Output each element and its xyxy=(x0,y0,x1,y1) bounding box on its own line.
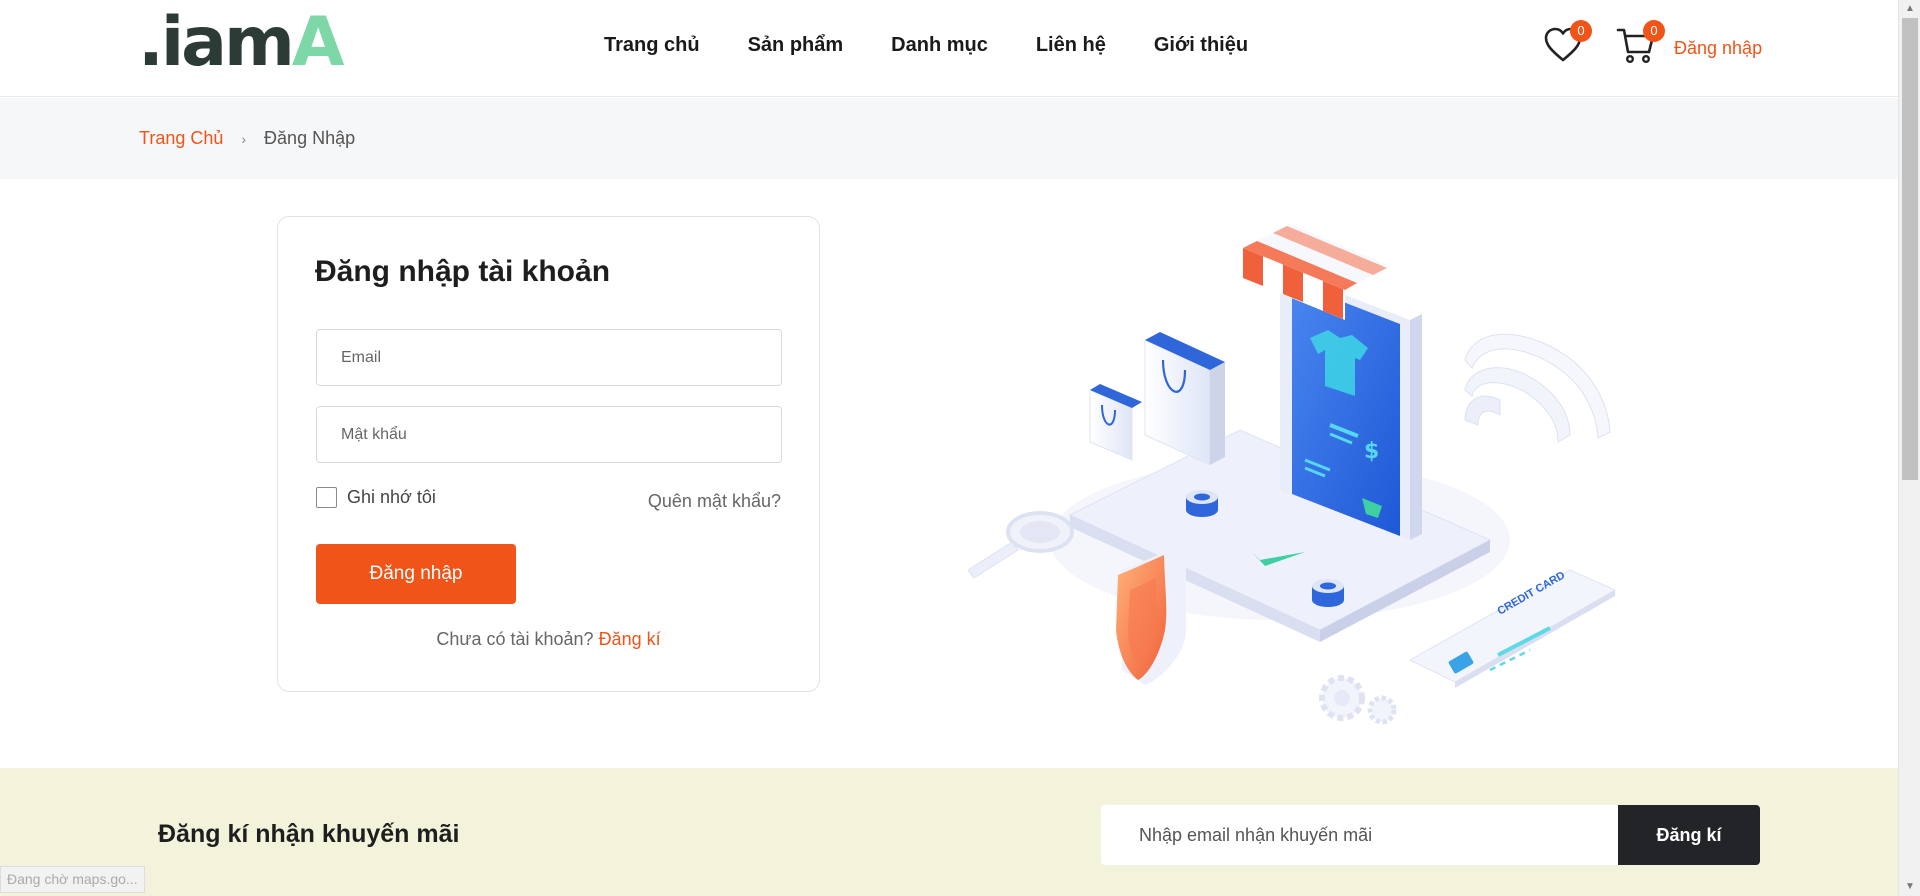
main-nav: Trang chủ Sản phẩm Danh mục Liên hệ Giới… xyxy=(604,34,1248,57)
breadcrumb-bar: Trang Chủ › Đăng Nhập xyxy=(0,98,1898,179)
newsletter-title: Đăng kí nhận khuyến mãi xyxy=(158,820,460,848)
magnifier-illustration xyxy=(967,511,1074,579)
no-account-text: Chưa có tài khoản? xyxy=(436,629,594,649)
shield-illustration xyxy=(1116,550,1186,685)
coin-stack-right xyxy=(1312,579,1344,607)
vertical-scrollbar[interactable]: ▲ ▼ xyxy=(1898,0,1920,896)
newsletter-section: Đăng kí nhận khuyến mãi Đăng kí xyxy=(0,768,1898,896)
forgot-password-link[interactable]: Quên mật khẩu? xyxy=(648,491,781,512)
online-shop-illustration: $ CREDIT CARD xyxy=(967,224,1617,725)
email-input[interactable] xyxy=(316,329,782,386)
login-card: Đăng nhập tài khoản Ghi nhớ tôi Quên mật… xyxy=(277,216,820,692)
newsletter-subscribe-button[interactable]: Đăng kí xyxy=(1618,805,1760,865)
cart-count-badge: 0 xyxy=(1643,20,1665,42)
breadcrumb-current: Đăng Nhập xyxy=(264,128,356,148)
wifi-illustration xyxy=(1464,333,1611,443)
login-submit-button[interactable]: Đăng nhập xyxy=(316,544,516,604)
header-login-link[interactable]: Đăng nhập xyxy=(1674,38,1762,59)
breadcrumb-separator: › xyxy=(241,130,247,147)
signup-prompt: Chưa có tài khoản? Đăng kí xyxy=(278,629,819,650)
site-logo[interactable]: .iam A xyxy=(138,3,345,82)
breadcrumb: Trang Chủ › Đăng Nhập xyxy=(139,128,355,149)
remember-me-label: Ghi nhớ tôi xyxy=(347,487,436,507)
login-title: Đăng nhập tài khoản xyxy=(315,255,611,288)
cart-button[interactable]: 0 xyxy=(1615,20,1665,68)
gear-icons xyxy=(1319,675,1397,725)
dollar-sign: $ xyxy=(1364,439,1379,464)
nav-item-categories[interactable]: Danh mục xyxy=(891,34,988,57)
logo-text-dark: .iam xyxy=(138,3,295,82)
nav-item-home[interactable]: Trang chủ xyxy=(604,34,700,57)
browser-status-text: Đang chờ maps.go... xyxy=(0,866,145,893)
site-header: .iam A Trang chủ Sản phẩm Danh mục Liên h… xyxy=(0,0,1898,97)
page: .iam A Trang chủ Sản phẩm Danh mục Liên h… xyxy=(0,0,1898,896)
newsletter-email-input[interactable] xyxy=(1101,805,1618,865)
nav-item-about[interactable]: Giới thiệu xyxy=(1154,34,1248,57)
scroll-up-arrow-icon[interactable]: ▲ xyxy=(1899,0,1920,18)
breadcrumb-home-link[interactable]: Trang Chủ xyxy=(139,128,223,149)
scroll-down-arrow-icon[interactable]: ▼ xyxy=(1899,878,1920,896)
wishlist-count-badge: 0 xyxy=(1570,20,1592,42)
remember-me-toggle[interactable]: Ghi nhớ tôi xyxy=(316,487,436,508)
nav-item-products[interactable]: Sản phẩm xyxy=(748,34,844,57)
logo-text-accent: A xyxy=(291,3,345,82)
remember-me-checkbox[interactable] xyxy=(316,487,337,508)
scrollbar-thumb[interactable] xyxy=(1902,18,1918,480)
coin-stack-left xyxy=(1186,490,1218,517)
wishlist-button[interactable]: 0 xyxy=(1542,20,1592,68)
shopping-bags xyxy=(1089,332,1225,466)
nav-item-contact[interactable]: Liên hệ xyxy=(1036,34,1106,57)
password-input[interactable] xyxy=(316,406,782,463)
register-link[interactable]: Đăng kí xyxy=(599,629,661,649)
